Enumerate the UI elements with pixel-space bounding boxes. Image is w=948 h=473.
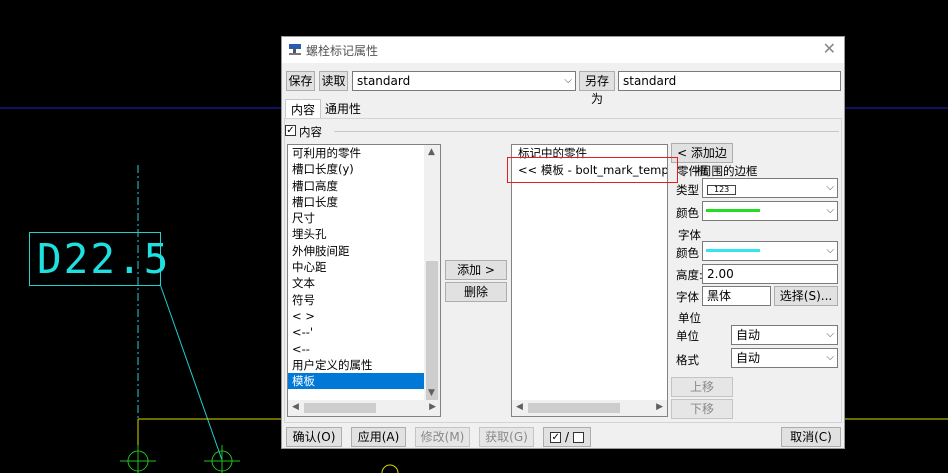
scroll-left-icon[interactable]: ◀ (516, 402, 523, 412)
frame-type-value: 123 (707, 185, 737, 195)
apply-button[interactable]: 应用(A) (351, 427, 406, 447)
frame-color-label: 颜色 (676, 206, 699, 220)
list-item[interactable]: 外伸肢间距 (288, 243, 440, 259)
title-bar[interactable]: 螺栓标记属性 ✕ (282, 37, 844, 63)
chevron-down-icon: ⌵ (564, 75, 572, 86)
save-as-name-input[interactable]: standard (618, 71, 841, 91)
horizontal-scrollbar[interactable]: ◀ ▶ (288, 400, 440, 416)
part-frame-section: 零件周围的边框 (677, 164, 758, 178)
ok-button[interactable]: 确认(O) (286, 427, 342, 447)
list-item[interactable]: 文本 (288, 275, 440, 291)
font-color-combo[interactable]: ⌵ (702, 241, 838, 261)
toggle-all-button[interactable]: ✓ / (543, 427, 591, 447)
font-name-field[interactable]: 黑体 (702, 286, 771, 306)
content-divider (334, 131, 839, 132)
check-all-icon: ✓ (550, 432, 562, 443)
scroll-thumb[interactable] (426, 261, 438, 401)
close-icon[interactable]: ✕ (823, 39, 836, 58)
list-item[interactable]: 符号 (288, 292, 440, 308)
get-button[interactable]: 获取(G) (479, 427, 534, 447)
content-checkbox[interactable]: ✓ (285, 125, 296, 136)
list-item[interactable]: <--' (288, 324, 440, 340)
unit-label: 单位 (676, 329, 699, 343)
font-section: 字体 (678, 228, 701, 242)
type-label: 类型 (676, 183, 699, 197)
format-label: 格式 (676, 353, 699, 367)
list-item[interactable]: 中心距 (288, 259, 440, 275)
cancel-button[interactable]: 取消(C) (781, 427, 841, 447)
list-item-selected[interactable]: 模板 (288, 373, 424, 390)
height-label: 高度: (676, 268, 703, 282)
font-label: 字体 (676, 290, 699, 304)
uncheck-all-icon (572, 432, 584, 443)
unit-section: 单位 (678, 311, 701, 325)
available-parts-header: 可利用的零件 (292, 146, 361, 160)
format-combo[interactable]: 自动 ⌵ (731, 348, 838, 368)
list-item[interactable]: 埋头孔 (288, 226, 440, 242)
load-button[interactable]: 读取 (319, 71, 348, 91)
dimension-mark-text: D22.5 (37, 235, 171, 283)
save-button[interactable]: 保存 (286, 71, 315, 91)
list-item[interactable]: 槽口长度(y) (288, 161, 440, 177)
add-part-button[interactable]: 添加 > (445, 260, 507, 280)
scroll-left-icon[interactable]: ◀ (292, 402, 299, 412)
chevron-down-icon: ⌵ (826, 329, 834, 340)
list-item[interactable]: 槽口长度 (288, 194, 440, 210)
dialog-title: 螺栓标记属性 (306, 44, 379, 58)
scroll-right-icon[interactable]: ▶ (656, 402, 663, 412)
content-checkbox-label: 内容 (299, 125, 322, 139)
font-color-swatch (706, 249, 760, 252)
preset-value: standard (357, 74, 411, 88)
highlight-annotation (507, 157, 678, 183)
move-up-button[interactable]: 上移 (671, 377, 733, 397)
vertical-scrollbar[interactable]: ▲ ▼ (424, 145, 440, 401)
list-item[interactable]: 槽口高度 (288, 178, 440, 194)
tab-content[interactable]: 内容 (285, 99, 322, 120)
bolt-mark-properties-dialog: 螺栓标记属性 ✕ 保存 读取 standard ⌵ 另存为 standard 内… (281, 36, 845, 449)
add-frame-button[interactable]: < 添加边框 (671, 143, 733, 178)
select-font-button[interactable]: 选择(S)... (774, 286, 838, 306)
font-height-input[interactable]: 2.00 (702, 264, 838, 284)
scroll-down-icon[interactable]: ▼ (428, 388, 435, 398)
delete-part-button[interactable]: 删除 (445, 282, 507, 302)
bolt-mark-icon (289, 44, 301, 55)
save-as-button[interactable]: 另存为 (579, 71, 615, 106)
list-item[interactable]: 尺寸 (288, 210, 440, 226)
unit-value: 自动 (736, 328, 761, 342)
move-down-button[interactable]: 下移 (671, 399, 733, 419)
modify-button[interactable]: 修改(M) (415, 427, 470, 447)
frame-type-combo[interactable]: 123 ⌵ (702, 178, 838, 198)
list-item[interactable]: < > (288, 308, 440, 324)
scroll-thumb[interactable] (528, 403, 620, 413)
scroll-right-icon[interactable]: ▶ (429, 402, 436, 412)
font-color-label: 颜色 (676, 246, 699, 260)
frame-color-swatch (706, 209, 760, 212)
marked-parts-list[interactable]: 标记中的零件 << 模板 - bolt_mark_template ◀ ▶ (511, 144, 668, 417)
scroll-thumb[interactable] (304, 403, 376, 413)
chevron-down-icon: ⌵ (826, 245, 834, 256)
chevron-down-icon: ⌵ (826, 352, 834, 363)
chevron-down-icon: ⌵ (826, 205, 834, 216)
frame-color-combo[interactable]: ⌵ (702, 201, 838, 221)
list-item[interactable]: <-- (288, 341, 440, 357)
list-item[interactable]: 用户定义的属性 (288, 357, 440, 373)
scroll-up-icon[interactable]: ▲ (428, 147, 435, 157)
unit-combo[interactable]: 自动 ⌵ (731, 325, 838, 345)
format-value: 自动 (736, 351, 761, 365)
available-parts-list[interactable]: 可利用的零件 槽口长度(y) 槽口高度 槽口长度 尺寸 埋头孔 外伸肢间距 中心… (287, 144, 441, 417)
preset-combo[interactable]: standard ⌵ (352, 71, 576, 91)
tab-general[interactable]: 通用性 (320, 99, 366, 119)
toggle-separator: / (564, 430, 570, 444)
chevron-down-icon: ⌵ (826, 182, 834, 193)
horizontal-scrollbar[interactable]: ◀ ▶ (512, 400, 667, 416)
